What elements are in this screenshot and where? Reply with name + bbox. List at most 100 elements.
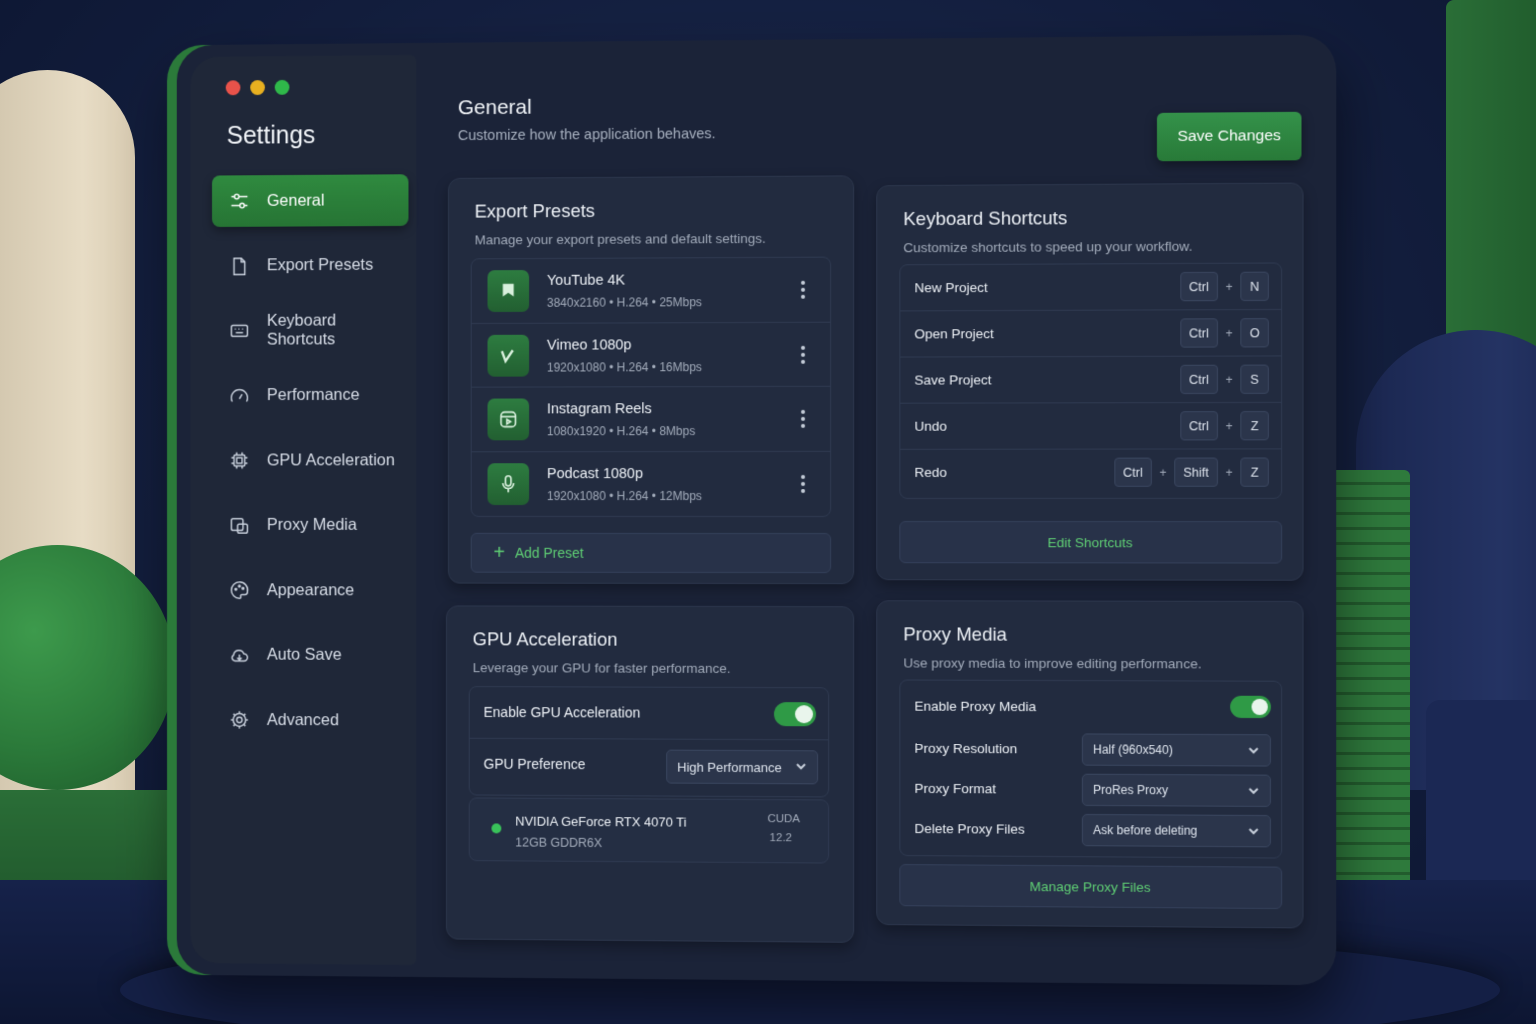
gpu-preference-select[interactable]: High Performance [666, 749, 819, 785]
card-title: GPU Acceleration [472, 628, 618, 650]
preset-name: YouTube 4K [546, 272, 626, 289]
sidebar-item-auto-save[interactable]: Auto Save [212, 629, 408, 681]
key-cap: N [1240, 271, 1269, 302]
key-plus: + [1225, 418, 1233, 433]
select-value: High Performance [677, 759, 782, 775]
sidebar-item-gpu-acceleration[interactable]: GPU Acceleration [212, 435, 408, 487]
sidebar-item-proxy-media[interactable]: Proxy Media [212, 500, 408, 552]
microphone-icon [487, 462, 530, 505]
shortcut-row-save-project[interactable]: Save Project Ctrl + S [900, 356, 1282, 404]
sidebar-item-label: General [266, 191, 325, 210]
sidebar-item-label: Performance [266, 385, 360, 405]
proxy-media-card: Proxy Media Use proxy media to improve e… [876, 600, 1304, 929]
edit-shortcuts-button[interactable]: Edit Shortcuts [899, 521, 1283, 564]
gpu-acceleration-toggle[interactable] [773, 702, 817, 727]
key-cap: O [1240, 318, 1269, 348]
proxy-enable-label: Enable Proxy Media [914, 698, 1037, 715]
shortcut-keys: Ctrl + N [1179, 271, 1269, 302]
sidebar-item-export-presets[interactable]: Export Presets [212, 239, 408, 291]
page-subtitle: Customize how the application behaves. [457, 126, 716, 145]
shortcut-row-redo[interactable]: Redo Ctrl + Shift + Z [900, 449, 1281, 498]
page-title: General [457, 95, 532, 120]
proxy-delete-row: Delete Proxy Files Ask before deleting [900, 809, 1281, 852]
card-title: Keyboard Shortcuts [903, 207, 1068, 230]
key-plus: + [1159, 465, 1167, 480]
card-title: Export Presets [474, 199, 595, 222]
chevron-down-icon [1247, 744, 1259, 756]
flag-icon [487, 270, 530, 313]
gpu-enable-row: Enable GPU Acceleration [469, 687, 829, 741]
preset-row-instagram-reels[interactable]: Instagram Reels 1080x1920 • H.264 • 8Mbp… [471, 386, 831, 452]
proxy-settings: Enable Proxy Media Proxy Resolution Half… [899, 679, 1283, 859]
select-value: Half (960x540) [1093, 742, 1173, 758]
shortcut-row-undo[interactable]: Undo Ctrl + Z [900, 402, 1282, 450]
sidebar-nav: General Export Presets Keyboard Shortcut… [212, 174, 409, 760]
proxy-format-label: Proxy Format [914, 780, 997, 797]
shortcut-action: Open Project [914, 326, 994, 342]
shortcut-row-new-project[interactable]: New Project Ctrl + N [900, 263, 1282, 312]
sidebar-item-general[interactable]: General [212, 174, 409, 227]
shortcut-keys: Ctrl + S [1179, 364, 1269, 395]
palette-icon [228, 578, 252, 602]
sidebar-item-label: Keyboard Shortcuts [266, 311, 337, 349]
proxy-delete-select[interactable]: Ask before deleting [1081, 813, 1271, 848]
maximize-window-button[interactable] [274, 79, 290, 95]
preset-meta: 3840x2160 • H.264 • 25Mbps [546, 295, 702, 310]
preset-row-vimeo-1080p[interactable]: Vimeo 1080p 1920x1080 • H.264 • 16Mbps [471, 322, 831, 388]
preset-row-youtube-4k[interactable]: YouTube 4K 3840x2160 • H.264 • 25Mbps [471, 257, 831, 324]
proxy-format-row: Proxy Format ProRes Proxy [900, 769, 1281, 811]
shortcut-keys: Ctrl + Z [1179, 411, 1269, 441]
proxy-resolution-select[interactable]: Half (960x540) [1081, 733, 1271, 767]
status-dot-icon [491, 823, 502, 834]
card-subtitle: Use proxy media to improve editing perfo… [903, 655, 1202, 672]
key-cap: Shift [1174, 457, 1218, 487]
preset-meta: 1080x1920 • H.264 • 8Mbps [546, 424, 696, 439]
preset-meta: 1920x1080 • H.264 • 16Mbps [546, 359, 702, 375]
sidebar-item-keyboard-shortcuts[interactable]: Keyboard Shortcuts [212, 304, 408, 356]
chip-icon [228, 449, 252, 473]
sidebar-item-performance[interactable]: Performance [212, 369, 408, 421]
close-window-button[interactable] [225, 80, 241, 96]
preset-name: Instagram Reels [546, 401, 652, 418]
preset-row-podcast-1080p[interactable]: Podcast 1080p 1920x1080 • H.264 • 12Mbps [472, 451, 830, 516]
proxy-format-select[interactable]: ProRes Proxy [1081, 773, 1271, 807]
proxy-media-toggle[interactable] [1230, 695, 1271, 719]
sidebar-item-appearance[interactable]: Appearance [212, 564, 408, 616]
shortcut-list: New Project Ctrl + N Open Project Ctrl +… [899, 262, 1283, 499]
sidebar-item-label: Appearance [266, 580, 355, 599]
add-preset-button[interactable]: + Add Preset [470, 532, 832, 574]
main-panel: General Customize how the application be… [442, 35, 1336, 986]
file-icon [228, 254, 252, 278]
shortcut-row-open-project[interactable]: Open Project Ctrl + O [900, 309, 1282, 358]
minimize-window-button[interactable] [250, 80, 265, 96]
key-cap: Z [1240, 411, 1269, 441]
sidebar-item-advanced[interactable]: Advanced [212, 694, 408, 746]
proxy-enable-row: Enable Proxy Media [900, 687, 1281, 729]
gear-icon [228, 708, 252, 732]
key-cap: Ctrl [1179, 271, 1218, 302]
gpu-preference-row: GPU Preference High Performance [470, 739, 828, 797]
sidebar-item-label: Proxy Media [266, 515, 357, 534]
chevron-down-icon [1247, 785, 1259, 797]
shortcut-action: New Project [914, 279, 988, 296]
sidebar-item-label: Export Presets [266, 255, 374, 275]
keyboard-shortcuts-card: Keyboard Shortcuts Customize shortcuts t… [876, 182, 1304, 581]
save-changes-button[interactable]: Save Changes [1156, 111, 1302, 162]
gpu-settings: Enable GPU Acceleration GPU Preference H… [468, 686, 830, 798]
key-plus: + [1225, 279, 1233, 294]
more-options-icon[interactable] [798, 278, 808, 302]
sidebar-item-label: Auto Save [266, 645, 342, 664]
manage-proxy-files-button[interactable]: Manage Proxy Files [899, 864, 1283, 910]
more-options-icon[interactable] [798, 407, 808, 431]
more-options-icon[interactable] [798, 342, 808, 366]
preset-name: Vimeo 1080p [546, 336, 632, 354]
export-presets-card: Export Presets Manage your export preset… [447, 175, 855, 585]
proxy-resolution-row: Proxy Resolution Half (960x540) [900, 729, 1281, 771]
cuda-label: CUDA [767, 813, 801, 826]
gpu-device-name: NVIDIA GeForce RTX 4070 Ti [515, 813, 687, 830]
sidebar: Settings General Export Presets Keyboard… [190, 54, 417, 966]
more-options-icon[interactable] [798, 471, 808, 495]
shortcut-action: Redo [914, 464, 947, 480]
key-cap: S [1240, 364, 1269, 394]
proxy-delete-label: Delete Proxy Files [914, 820, 1025, 837]
